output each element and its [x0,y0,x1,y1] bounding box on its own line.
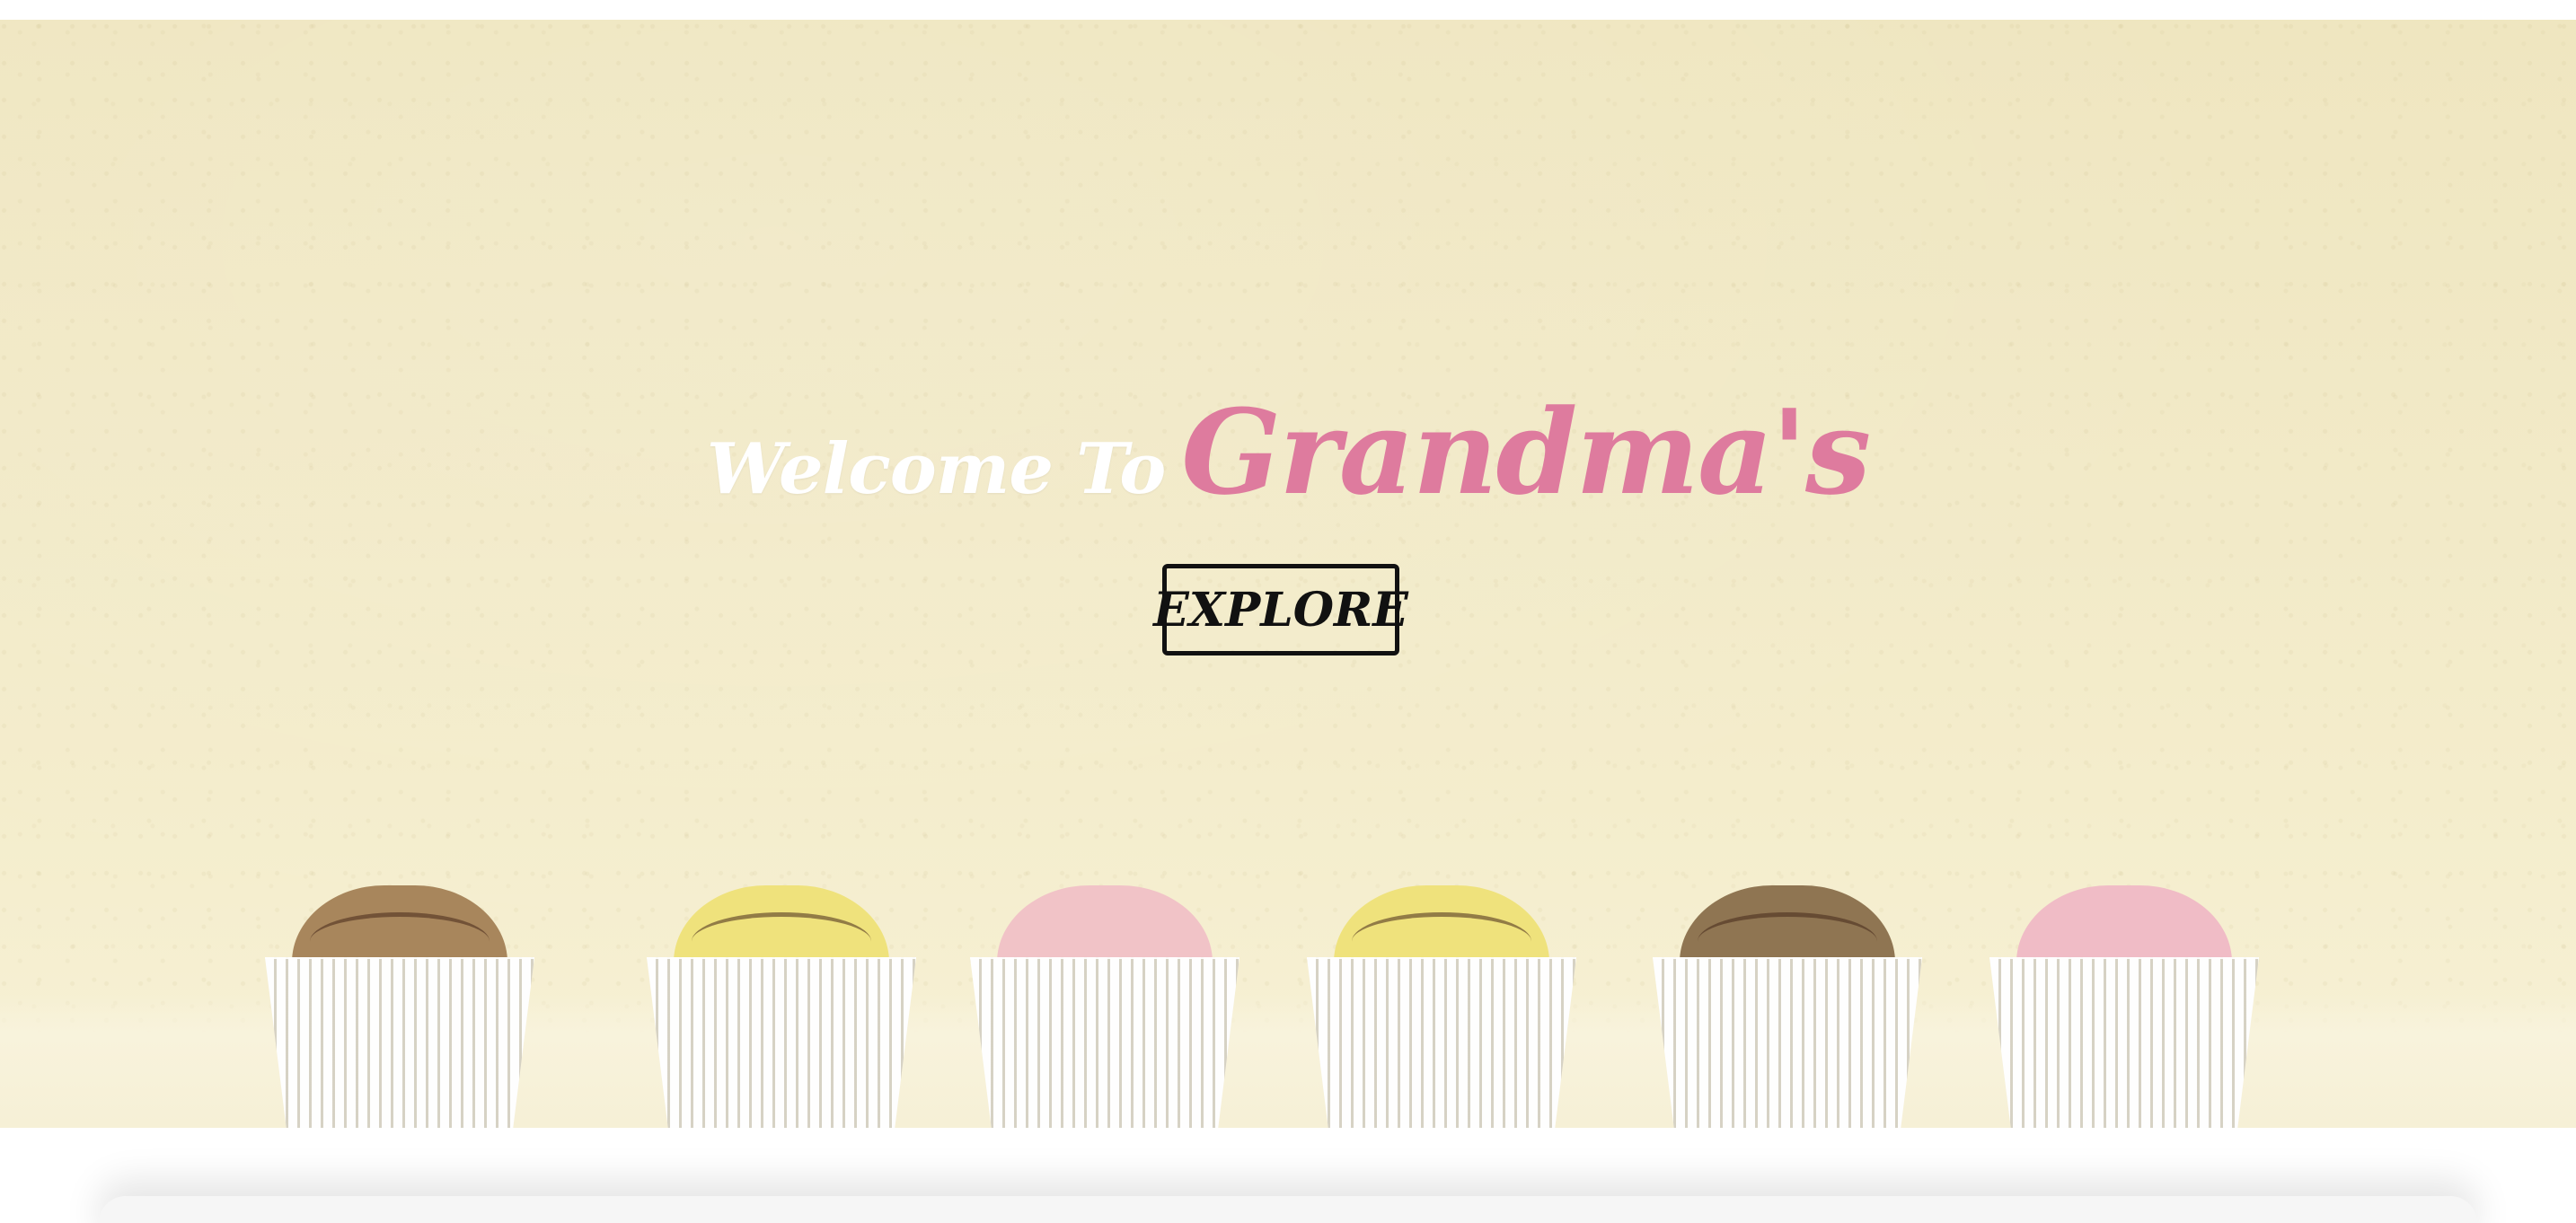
hero-banner: Welcome To Grandma's EXPLORE [0,20,2576,1128]
next-section [0,1128,2576,1223]
content-card-edge [99,1196,2477,1223]
cupcake-lemon [1289,885,1594,1128]
explore-button[interactable]: EXPLORE [1153,564,1408,655]
brand-name: Grandma's [1181,383,1871,521]
hero-headline: Welcome To Grandma's [0,383,2576,521]
page: Welcome To Grandma's EXPLORE [0,0,2576,1223]
cupcake-liner [647,957,916,1128]
cupcake-strawberry [952,885,1257,1128]
cupcake-chocolate [247,885,552,1128]
welcome-text: Welcome To [706,428,1166,510]
cupcake-lemon [629,885,934,1128]
cupcake-chocolate [1635,885,1940,1128]
cupcake-liner [1989,957,2259,1128]
cupcake-liner [265,957,534,1128]
cupcake-strawberry [1972,885,2277,1128]
cupcake-row [0,867,2576,1128]
cupcake-liner [1653,957,1922,1128]
cupcake-liner [1307,957,1576,1128]
cupcake-liner [970,957,1239,1128]
